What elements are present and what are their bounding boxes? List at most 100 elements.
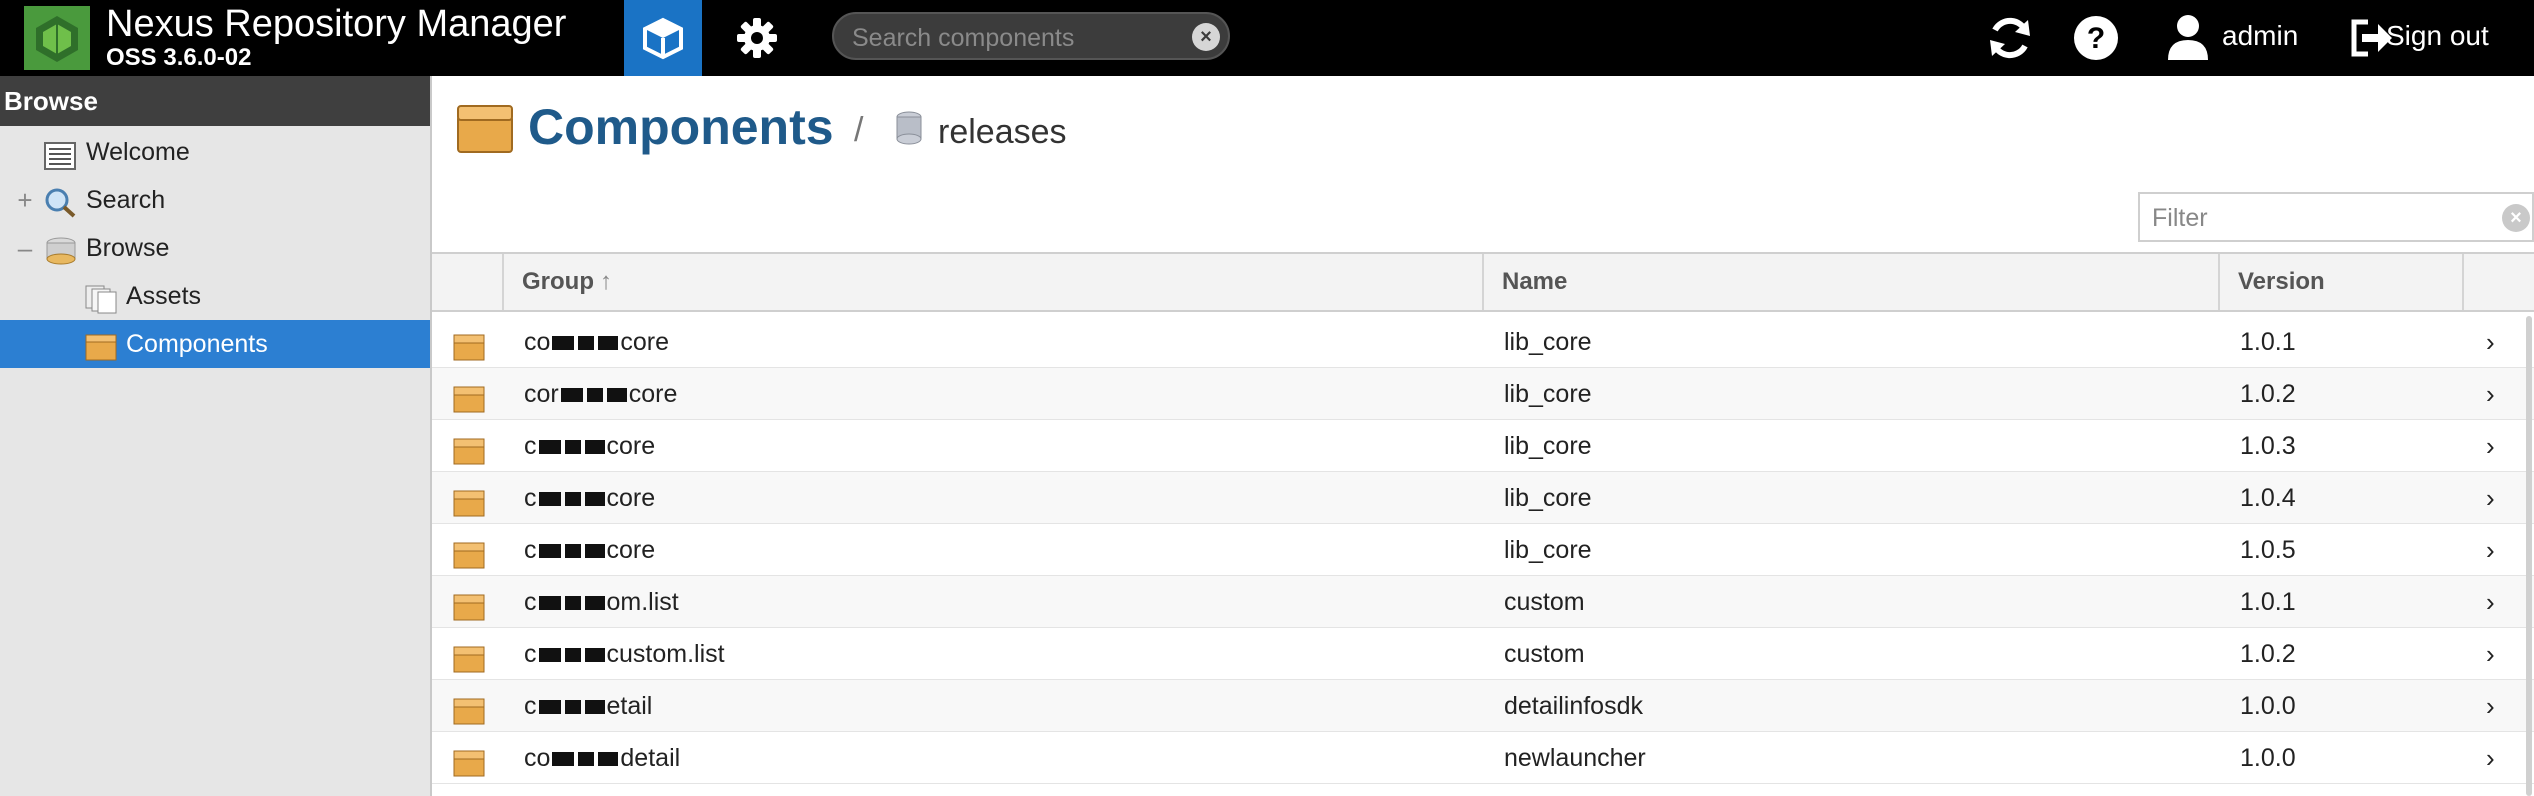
column-header-label: Version [2238,268,2325,295]
sidebar-item-label: Components [126,330,268,358]
redacted-block [584,700,605,715]
browse-mode-button[interactable] [624,0,702,76]
user-icon [2168,15,2208,60]
expand-icon[interactable]: + [14,176,36,224]
redacted-block [564,492,581,507]
chevron-right-icon[interactable]: › [2486,732,2495,784]
column-header-group[interactable]: Group ↑ [504,254,1484,310]
redacted-block [584,544,605,559]
redacted-block [586,388,603,403]
cell-version: 1.0.2 [2240,380,2296,408]
chevron-right-icon[interactable]: › [2486,420,2495,472]
collapse-icon[interactable]: – [14,224,36,272]
redacted-block [538,440,561,455]
cell-version: 1.0.1 [2240,328,2296,356]
redacted-block [606,388,627,403]
redacted-block [598,336,619,351]
table-row[interactable]: c core lib_core 1.0.4 › [432,472,2534,524]
table-row[interactable]: co core lib_core 1.0.1 › [432,316,2534,368]
group-prefix: c [524,692,537,720]
redacted-block [538,596,561,611]
redacted-block [538,700,561,715]
sidebar-item-assets[interactable]: Assets [0,272,430,320]
filter-input[interactable] [2150,202,2494,234]
component-box-icon [452,328,486,361]
redacted-block [538,544,561,559]
table-row[interactable]: c om.list custom 1.0.1 › [432,576,2534,628]
page-title[interactable]: Components [528,96,834,158]
help-button[interactable]: ? [2068,10,2124,66]
cell-version: 1.0.3 [2240,432,2296,460]
group-suffix: core [606,432,656,460]
chevron-right-icon[interactable]: › [2486,524,2495,576]
chevron-right-icon[interactable]: › [2486,628,2495,680]
table-row[interactable]: cor core lib_core 1.0.2 › [432,368,2534,420]
component-box-icon [452,432,486,465]
redacted-block [578,336,595,351]
group-prefix: c [524,588,537,616]
search-clear-icon[interactable]: × [1192,23,1220,51]
group-prefix: c [524,640,537,668]
chevron-right-icon[interactable]: › [2486,472,2495,524]
chevron-right-icon[interactable]: › [2486,316,2495,368]
group-suffix: core [606,484,656,512]
redacted-block [584,492,605,507]
column-header-version[interactable]: Version [2220,254,2464,310]
cell-version: 1.0.2 [2240,640,2296,668]
refresh-button[interactable] [1982,10,2038,66]
redacted-block [538,648,561,663]
group-suffix: etail [606,692,653,720]
filter-clear-icon[interactable]: × [2502,204,2530,232]
sidebar-item-search[interactable]: + Search [0,176,430,224]
table-row[interactable]: c etail detailinfosdk 1.0.0 › [432,680,2534,732]
components-box-icon [456,102,514,154]
component-box-icon [452,692,486,725]
cell-name: custom [1504,588,1585,616]
sign-out-label[interactable]: Sign out [2386,16,2489,56]
group-prefix: co [524,744,551,772]
main-panel: Components / releases × Group↑ Name Vers… [432,76,2534,796]
table-row[interactable]: c core lib_core 1.0.5 › [432,524,2534,576]
grid-header: Group ↑ Name Version [432,252,2534,312]
redacted-block [564,440,581,455]
filter-box: × [2138,192,2534,242]
group-suffix: core [606,536,656,564]
component-box-icon [84,330,117,361]
admin-mode-button[interactable] [718,0,796,76]
cell-name: lib_core [1504,380,1592,408]
nexus-logo-icon [24,6,90,70]
column-header-label: Group [522,268,594,295]
svg-text:?: ? [2087,22,2105,55]
cell-name: newlauncher [1504,744,1646,772]
top-header: Nexus Repository Manager OSS 3.6.0-02 × [0,0,2534,76]
search-components-input[interactable] [850,22,1194,54]
cell-group: c core [524,420,655,472]
chevron-right-icon[interactable]: › [2486,368,2495,420]
column-header-name[interactable]: Name [1484,254,2220,310]
sidebar-item-welcome[interactable]: Welcome [0,128,430,176]
table-row[interactable]: c custom.list custom 1.0.2 › [432,628,2534,680]
cell-group: c om.list [524,576,679,628]
sidebar-item-label: Browse [86,234,170,262]
redacted-block [564,544,581,559]
table-row[interactable]: c core lib_core 1.0.3 › [432,420,2534,472]
breadcrumb-repository: releases [938,113,1067,151]
table-row[interactable]: co detail newlauncher 1.0.0 › [432,732,2534,784]
cell-name: lib_core [1504,536,1592,564]
redacted-block [552,336,575,351]
sidebar-item-components[interactable]: Components [0,320,430,368]
component-box-icon [452,588,486,621]
cell-group: c etail [524,680,652,732]
vertical-scrollbar[interactable] [2526,316,2532,796]
redacted-block [584,596,605,611]
component-box-icon [452,744,486,777]
sidebar-item-browse[interactable]: – Browse [0,224,430,272]
assets-icon [84,282,117,314]
chevron-right-icon[interactable]: › [2486,576,2495,628]
user-button[interactable] [2160,10,2216,66]
cell-version: 1.0.0 [2240,744,2296,772]
cell-version: 1.0.5 [2240,536,2296,564]
user-name[interactable]: admin [2222,16,2298,56]
group-suffix: detail [620,744,681,772]
chevron-right-icon[interactable]: › [2486,680,2495,732]
